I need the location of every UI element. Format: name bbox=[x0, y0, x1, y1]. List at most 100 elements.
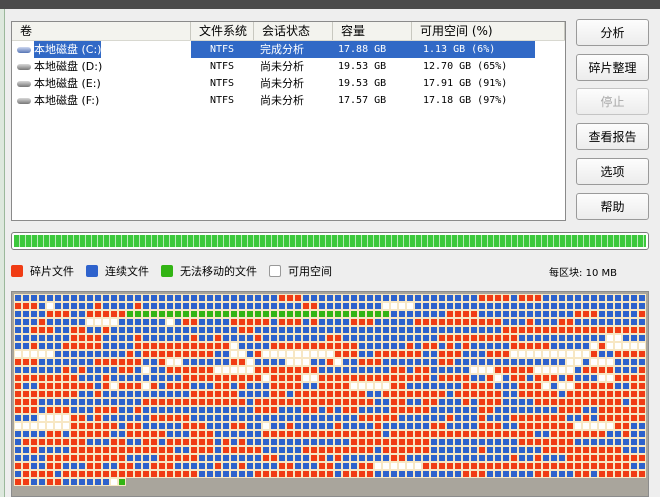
disk-block bbox=[54, 422, 62, 430]
options-button[interactable]: 选项 bbox=[576, 158, 649, 185]
disk-block bbox=[622, 454, 630, 462]
disk-block bbox=[22, 478, 30, 486]
disk-block bbox=[110, 350, 118, 358]
disk-block bbox=[534, 398, 542, 406]
disk-block bbox=[14, 374, 22, 382]
disk-block bbox=[206, 342, 214, 350]
disk-block bbox=[454, 430, 462, 438]
disk-block bbox=[86, 326, 94, 334]
disk-block bbox=[94, 374, 102, 382]
disk-block bbox=[350, 358, 358, 366]
disk-block bbox=[126, 446, 134, 454]
disk-block bbox=[198, 422, 206, 430]
disk-block bbox=[430, 390, 438, 398]
disk-block bbox=[430, 374, 438, 382]
disk-block bbox=[134, 374, 142, 382]
disk-block bbox=[142, 350, 150, 358]
disk-block bbox=[214, 462, 222, 470]
volume-row[interactable]: 本地磁盘 (D:) NTFS 尚未分析 19.53 GB 12.70 GB (6… bbox=[12, 58, 565, 75]
disk-block bbox=[470, 358, 478, 366]
disk-block bbox=[70, 358, 78, 366]
status-cell: 尚未分析 bbox=[260, 94, 304, 107]
disk-block bbox=[374, 382, 382, 390]
disk-block bbox=[502, 406, 510, 414]
disk-block bbox=[478, 326, 486, 334]
disk-block bbox=[366, 334, 374, 342]
disk-block bbox=[382, 454, 390, 462]
disk-block bbox=[574, 350, 582, 358]
disk-block bbox=[550, 406, 558, 414]
disk-block bbox=[38, 454, 46, 462]
column-volume[interactable]: 卷 bbox=[12, 22, 191, 40]
disk-block bbox=[406, 350, 414, 358]
volume-list[interactable]: 卷 文件系统 会话状态 容量 可用空间 (%) 本地磁盘 (C:) NTFS 完… bbox=[11, 21, 566, 221]
disk-block bbox=[614, 446, 622, 454]
disk-block bbox=[158, 310, 166, 318]
disk-block bbox=[38, 382, 46, 390]
disk-block bbox=[414, 294, 422, 302]
disk-block bbox=[486, 294, 494, 302]
disk-block bbox=[310, 430, 318, 438]
disk-block bbox=[390, 326, 398, 334]
disk-block bbox=[614, 318, 622, 326]
disk-block bbox=[118, 454, 126, 462]
disk-block bbox=[542, 334, 550, 342]
disk-block bbox=[542, 462, 550, 470]
disk-block bbox=[182, 358, 190, 366]
volume-cell: 本地磁盘 (C:) bbox=[12, 41, 191, 58]
disk-block bbox=[62, 398, 70, 406]
disk-block bbox=[462, 414, 470, 422]
stop-button[interactable]: 停止 bbox=[576, 88, 649, 115]
column-filesystem[interactable]: 文件系统 bbox=[191, 22, 254, 40]
disk-block bbox=[638, 374, 646, 382]
disk-block bbox=[390, 454, 398, 462]
disk-block bbox=[622, 398, 630, 406]
disk-block bbox=[310, 446, 318, 454]
disk-block bbox=[86, 430, 94, 438]
disk-block bbox=[334, 390, 342, 398]
disk-block bbox=[30, 390, 38, 398]
disk-block bbox=[310, 318, 318, 326]
disk-block bbox=[190, 438, 198, 446]
column-capacity[interactable]: 容量 bbox=[333, 22, 412, 40]
column-free-space[interactable]: 可用空间 (%) bbox=[412, 22, 565, 40]
disk-block bbox=[262, 462, 270, 470]
disk-block bbox=[198, 390, 206, 398]
disk-block bbox=[166, 302, 174, 310]
defrag-button[interactable]: 碎片整理 bbox=[576, 54, 649, 81]
disk-block bbox=[542, 310, 550, 318]
volume-row[interactable]: 本地磁盘 (F:) NTFS 尚未分析 17.57 GB 17.18 GB (9… bbox=[12, 92, 565, 109]
disk-block bbox=[558, 382, 566, 390]
volume-row[interactable]: 本地磁盘 (E:) NTFS 尚未分析 19.53 GB 17.91 GB (9… bbox=[12, 75, 565, 92]
disk-block bbox=[62, 326, 70, 334]
disk-block bbox=[414, 470, 422, 478]
volume-row[interactable]: 本地磁盘 (C:) NTFS 完成分析 17.88 GB 1.13 GB (6%… bbox=[12, 41, 565, 58]
disk-block bbox=[174, 342, 182, 350]
disk-block bbox=[494, 446, 502, 454]
disk-block bbox=[430, 470, 438, 478]
disk-block bbox=[46, 438, 54, 446]
disk-block bbox=[294, 374, 302, 382]
disk-block bbox=[486, 310, 494, 318]
column-status[interactable]: 会话状态 bbox=[254, 22, 333, 40]
disk-block bbox=[94, 454, 102, 462]
disk-block bbox=[142, 414, 150, 422]
disk-block bbox=[126, 422, 134, 430]
disk-block bbox=[446, 446, 454, 454]
analyze-button[interactable]: 分析 bbox=[576, 19, 649, 46]
disk-block bbox=[446, 398, 454, 406]
disk-block bbox=[598, 342, 606, 350]
disk-block bbox=[118, 326, 126, 334]
disk-block bbox=[246, 406, 254, 414]
disk-block bbox=[14, 462, 22, 470]
disk-block bbox=[294, 334, 302, 342]
disk-block bbox=[446, 430, 454, 438]
view-report-button[interactable]: 查看报告 bbox=[576, 123, 649, 150]
disk-block bbox=[390, 422, 398, 430]
disk-block bbox=[398, 430, 406, 438]
disk-block bbox=[214, 342, 222, 350]
disk-block bbox=[526, 470, 534, 478]
help-button[interactable]: 帮助 bbox=[576, 193, 649, 220]
disk-block bbox=[94, 438, 102, 446]
disk-block bbox=[270, 294, 278, 302]
